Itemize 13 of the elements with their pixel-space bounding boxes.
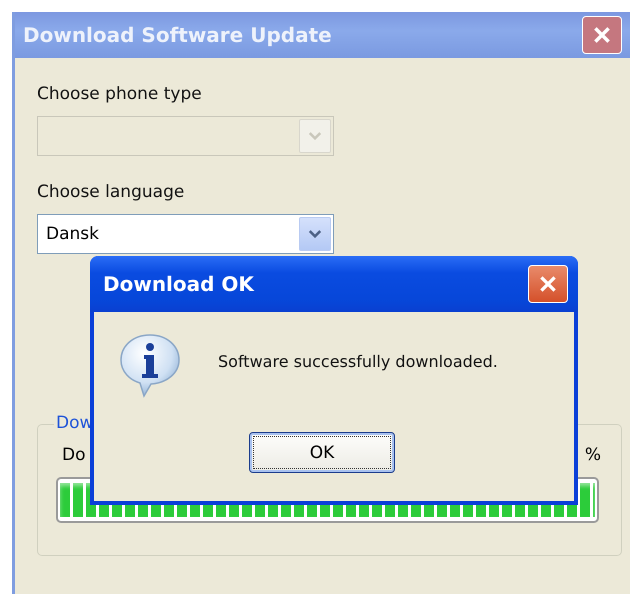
dialog-title: Download OK: [103, 272, 256, 296]
close-button[interactable]: [582, 16, 622, 54]
close-button[interactable]: [528, 265, 568, 303]
dialog-message: Software successfully downloaded.: [218, 352, 498, 370]
field-label: Choose language: [37, 182, 184, 202]
field-label: Choose phone type: [37, 84, 202, 104]
percent-text: %: [584, 445, 601, 465]
ok-button[interactable]: OK: [249, 432, 395, 473]
dropdown[interactable]: Dansk: [37, 214, 334, 254]
dropdown-value: Dansk: [45, 224, 100, 244]
window-title: Download Software Update: [23, 23, 333, 47]
status-text: Do: [62, 445, 86, 465]
info-icon: [118, 332, 182, 398]
